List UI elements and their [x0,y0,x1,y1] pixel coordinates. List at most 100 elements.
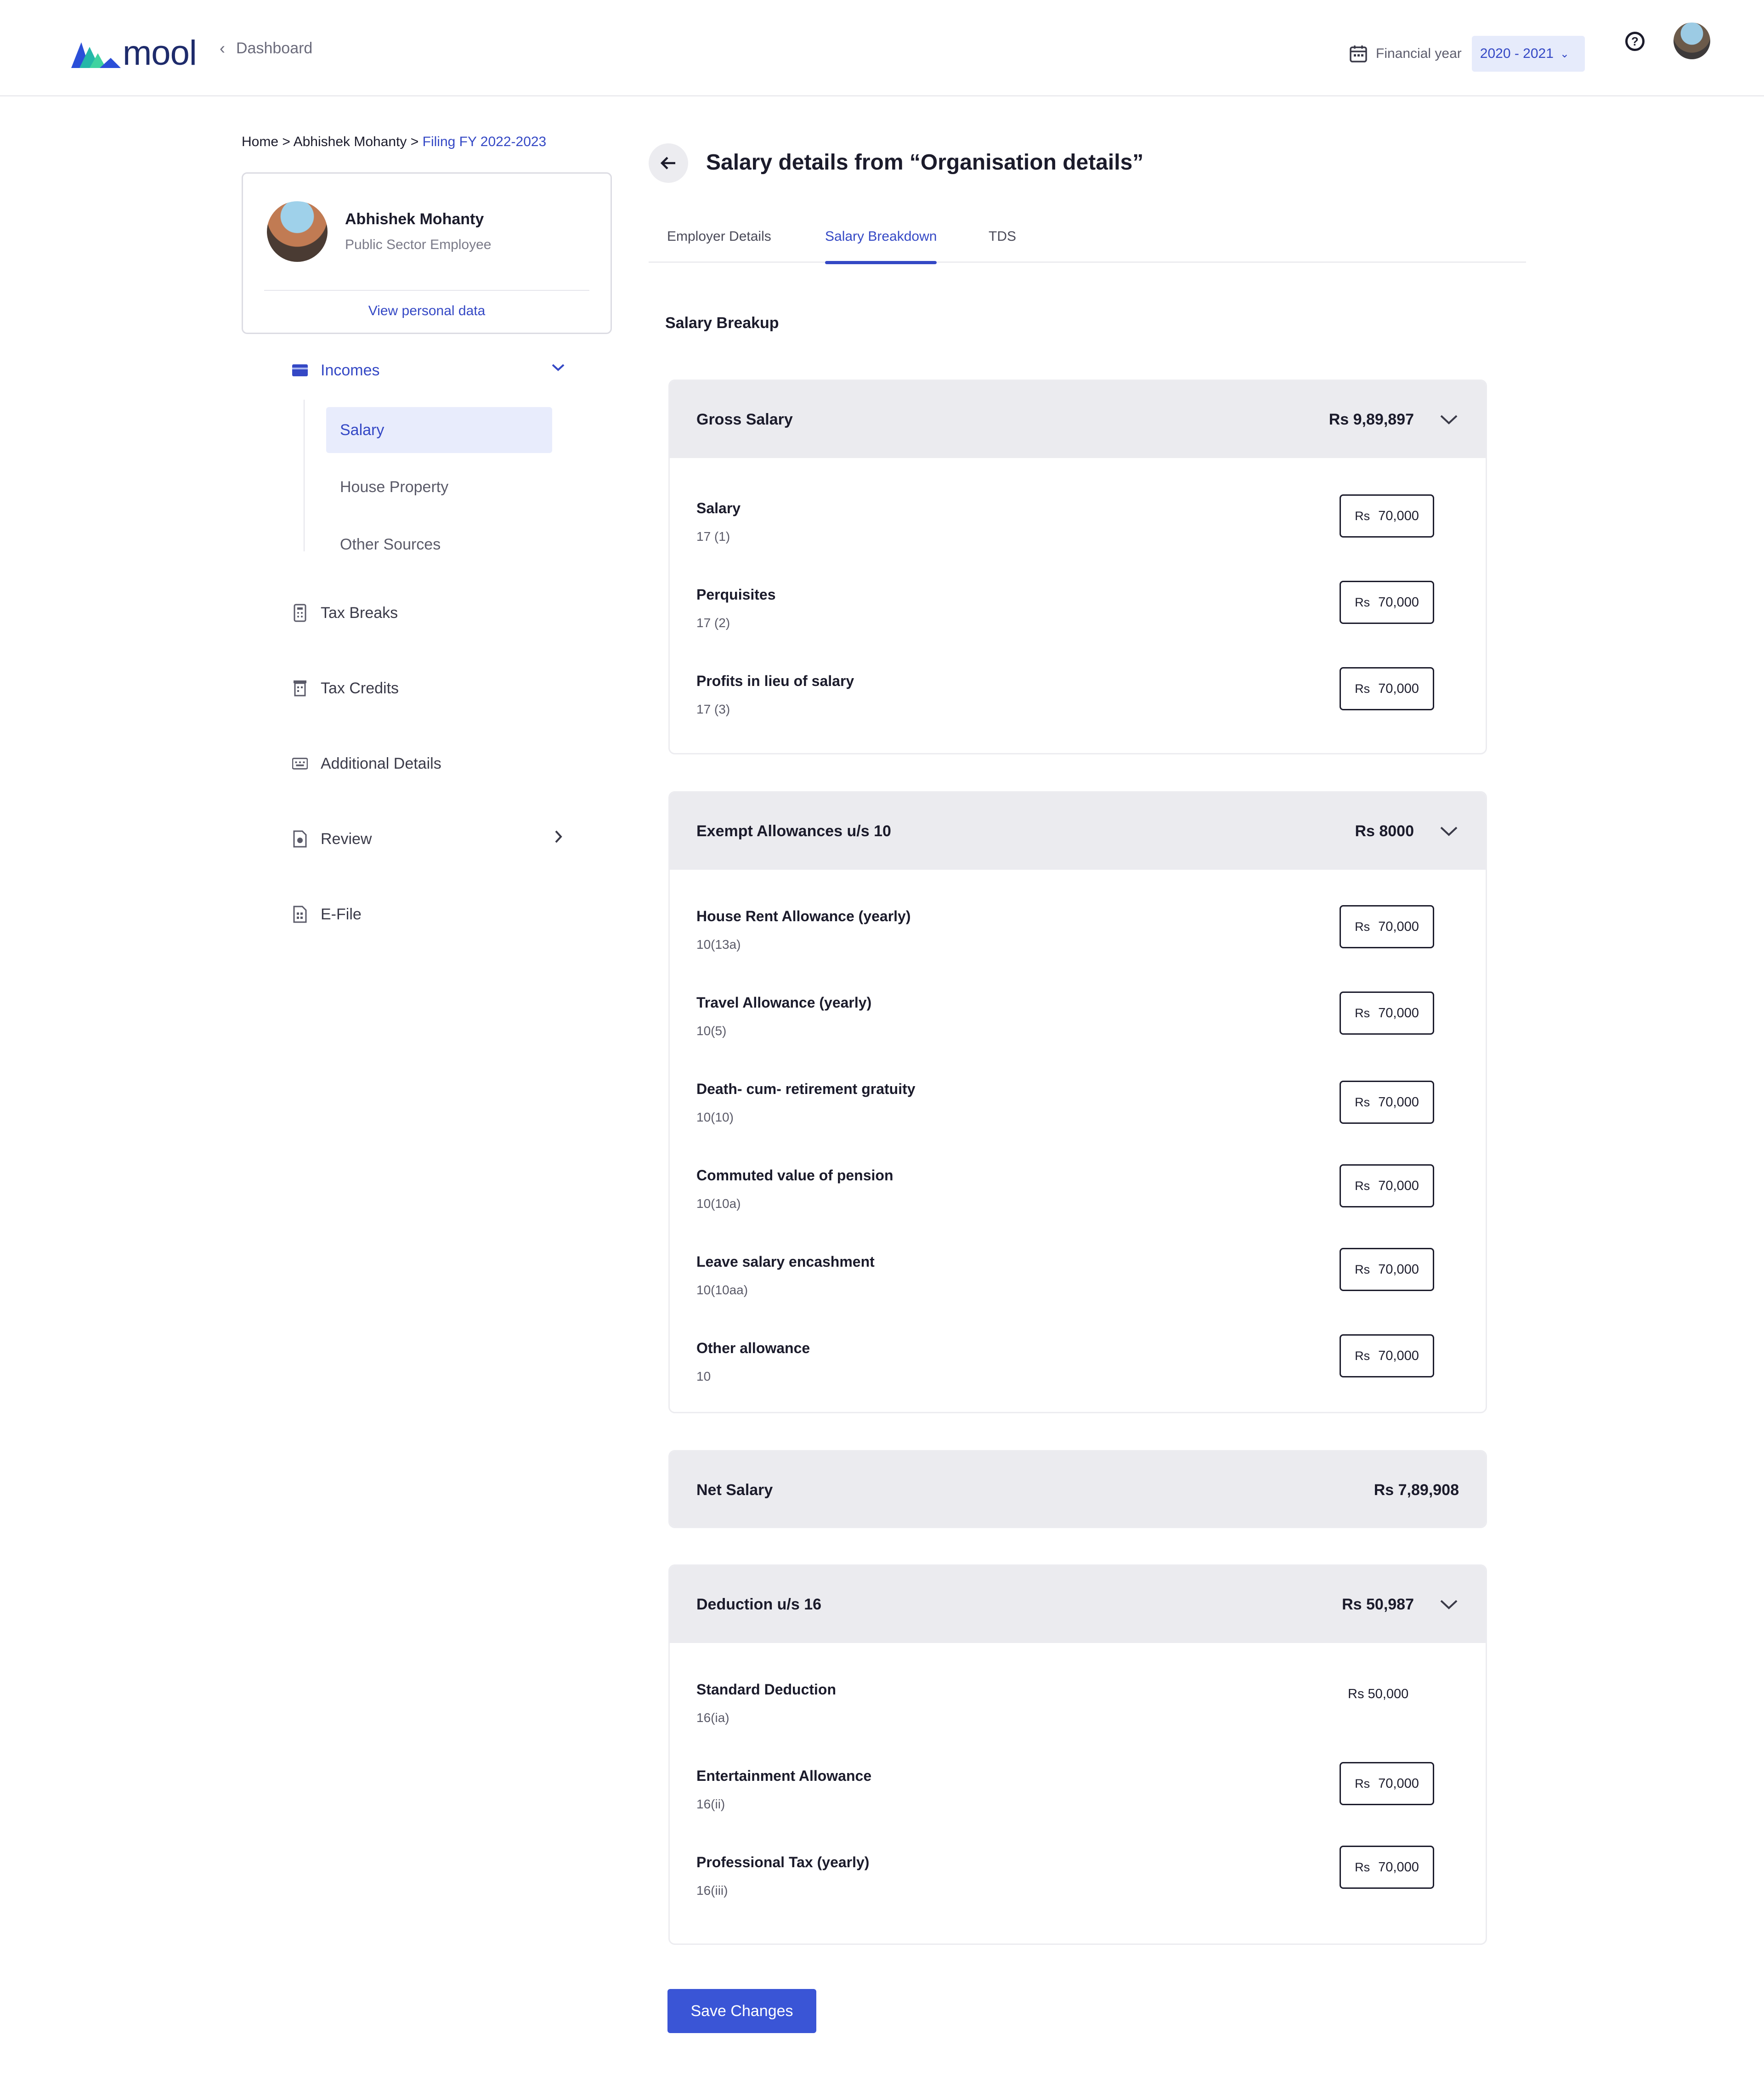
row-code: 16(ii) [696,1797,725,1811]
chevron-down-icon[interactable] [551,360,565,375]
row-label: Standard Deduction [696,1681,837,1698]
breadcrumb-home[interactable]: Home [242,134,278,149]
currency-label: Rs [1355,681,1370,696]
chevron-left-icon: ‹ [220,39,225,57]
nav-sub-salary[interactable]: Salary [326,407,552,453]
chevron-down-icon[interactable] [1440,826,1458,837]
amount-input[interactable]: Rs 70,000 [1340,494,1434,538]
breadcrumb-user[interactable]: Abhishek Mohanty [294,134,407,149]
financial-year-selector: Financial year 2020 - 2021 ⌄ [1349,36,1585,72]
user-avatar[interactable] [1674,23,1710,59]
back-button[interactable] [649,143,688,183]
card-total: Rs 9,89,897 [1329,410,1414,428]
row-label: Leave salary encashment [696,1253,875,1270]
allowance-row: Death- cum- retirement gratuity 10(10) R… [696,1081,1486,1136]
amount-value: 70,000 [1378,1348,1419,1363]
logo-text: mool [123,34,197,73]
deduction-header[interactable]: Deduction u/s 16 Rs 50,987 [670,1566,1486,1643]
nav-tax-breaks[interactable]: Tax Breaks [292,604,398,622]
nav-sub-house-property[interactable]: House Property [326,464,552,510]
gross-salary-header[interactable]: Gross Salary Rs 9,89,897 [670,381,1486,458]
nav-review[interactable]: Review [292,830,372,848]
dashboard-back-link[interactable]: ‹ Dashboard [220,39,312,58]
efile-icon [292,905,308,924]
nav-review-label: Review [321,830,372,848]
amount-value: 70,000 [1378,595,1419,610]
profile-name: Abhishek Mohanty [345,210,484,228]
row-label: Profits in lieu of salary [696,673,854,689]
nav-incomes[interactable]: Incomes [292,361,380,380]
exempt-allowances-header[interactable]: Exempt Allowances u/s 10 Rs 8000 [670,793,1486,870]
breadcrumb-separator: > [282,134,290,149]
nav-additional-details[interactable]: Additional Details [292,754,441,773]
nav-tax-breaks-label: Tax Breaks [321,604,398,622]
tab-employer-details[interactable]: Employer Details [667,225,771,263]
row-code: 10(10a) [696,1196,741,1211]
currency-label: Rs [1355,919,1370,934]
allowance-row: Leave salary encashment 10(10aa) Rs 70,00… [696,1248,1486,1309]
financial-year-label: Financial year [1376,46,1462,61]
amount-input[interactable]: Rs 70,000 [1340,1164,1434,1207]
salary-row: Perquisites 17 (2) Rs 70,000 [696,581,1486,641]
amount-input[interactable]: Rs 70,000 [1340,992,1434,1035]
amount-input[interactable]: Rs 70,000 [1340,667,1434,710]
top-bar: mool ‹ Dashboard Financial year 2020 - 2… [0,0,1764,96]
row-label: Entertainment Allowance [696,1768,872,1784]
row-code: 10(10) [696,1110,734,1124]
wallet-icon [292,361,308,380]
amount-value: 70,000 [1378,681,1419,696]
mool-logo[interactable]: mool [71,33,197,73]
amount-input[interactable]: Rs 70,000 [1340,1334,1434,1377]
profile-role: Public Sector Employee [345,237,492,252]
nav-tax-credits[interactable]: Tax Credits [292,679,399,697]
document-review-icon [292,830,308,848]
breadcrumb-filing[interactable]: Filing FY 2022-2023 [423,134,547,149]
save-changes-button[interactable]: Save Changes [667,1989,816,2033]
amount-value: 70,000 [1378,919,1419,934]
arrow-left-icon [660,157,675,170]
financial-year-dropdown[interactable]: 2020 - 2021 ⌄ [1471,36,1585,72]
tab-tds[interactable]: TDS [989,225,1016,263]
profile-card: Abhishek Mohanty Public Sector Employee … [242,172,612,334]
row-code: 16(ia) [696,1711,729,1725]
financial-year-value: 2020 - 2021 [1480,46,1554,61]
salary-row: Salary 17 (1) Rs 70,000 [696,494,1486,555]
chevron-down-icon[interactable] [1440,414,1458,425]
standard-deduction-value: Rs 50,000 [1348,1687,1409,1701]
currency-label: Rs [1355,1095,1370,1109]
amount-input[interactable]: Rs 70,000 [1340,1248,1434,1291]
mountain-logo-icon [71,42,121,68]
deduction-card: Deduction u/s 16 Rs 50,987 Standard Dedu… [668,1564,1487,1945]
row-code: 17 (2) [696,616,730,630]
help-icon[interactable]: ? [1625,32,1645,51]
currency-label: Rs [1355,1860,1370,1874]
view-personal-data-link[interactable]: View personal data [243,303,611,319]
amount-value: 70,000 [1378,1005,1419,1020]
net-salary-card: Net Salary Rs 7,89,908 [668,1450,1487,1528]
nav-sub-other-sources[interactable]: Other Sources [326,521,552,567]
currency-label: Rs [1355,1006,1370,1020]
amount-input[interactable]: Rs 70,000 [1340,1762,1434,1805]
chevron-down-icon[interactable] [1440,1599,1458,1610]
tab-salary-breakdown[interactable]: Salary Breakdown [825,225,937,264]
row-label: Other allowance [696,1340,810,1356]
tab-bar: Employer Details Salary Breakdown TDS [649,225,1526,264]
row-label: Travel Allowance (yearly) [696,994,872,1011]
amount-input[interactable]: Rs 70,000 [1340,905,1434,948]
amount-input[interactable]: Rs 70,000 [1340,1081,1434,1124]
deduction-row: Professional Tax (yearly) 16(iii) Rs 70,0… [696,1846,1486,1909]
chevron-right-icon[interactable] [554,830,563,848]
row-label: House Rent Allowance (yearly) [696,908,911,924]
salary-row: Profits in lieu of salary 17 (3) Rs 70,00… [696,667,1486,728]
nav-efile[interactable]: E-File [292,905,362,924]
amount-input[interactable]: Rs 70,000 [1340,1846,1434,1889]
amount-input[interactable]: Rs 70,000 [1340,581,1434,624]
row-code: 10 [696,1369,711,1383]
nav-additional-details-label: Additional Details [321,754,441,772]
submenu-line [304,400,305,551]
allowance-row: Other allowance 10 Rs 70,000 [696,1334,1486,1395]
allowance-row: House Rent Allowance (yearly) 10(13a) Rs… [696,905,1486,963]
nav-incomes-label: Incomes [321,361,380,379]
nav-efile-label: E-File [321,905,362,923]
row-label: Salary [696,500,741,516]
